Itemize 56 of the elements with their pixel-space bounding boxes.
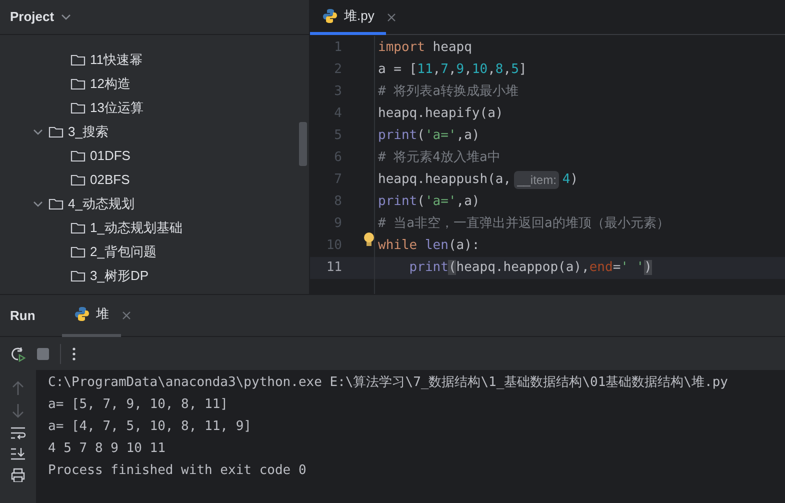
code-text: # 将元素4放入堆a中 — [378, 149, 500, 168]
folder-icon — [70, 52, 86, 68]
folder-label[interactable]: 2_背包问题 — [90, 242, 156, 262]
code-text: # 当a非空，一直弹出并返回a的堆顶（最小元素） — [378, 215, 670, 234]
code-text: heapq.heapify(a) — [378, 105, 504, 124]
code-text: print('a=',a) — [378, 127, 480, 146]
folder-icon — [70, 244, 86, 260]
folder-icon — [70, 220, 86, 236]
code-text: while len(a): — [378, 237, 480, 256]
console-line: a= [5, 7, 9, 10, 8, 11] — [48, 396, 230, 414]
folder-label[interactable]: 3_搜索 — [68, 122, 108, 142]
rerun-icon[interactable] — [10, 346, 26, 362]
lightbulb-icon[interactable] — [363, 232, 375, 247]
console-line: C:\ProgramData\anaconda3\python.exe E:\算法学习\7_数据结构\1_基础数据结构\01基础数据结构\堆.py — [48, 374, 728, 392]
folder-icon — [48, 124, 64, 140]
folder-icon — [48, 196, 64, 212]
folder-label[interactable]: 3_树形DP — [90, 266, 149, 286]
code-text: import heapq — [378, 39, 472, 58]
code-text: print('a=',a) — [378, 193, 480, 212]
soft-wrap-icon[interactable] — [10, 426, 26, 440]
folder-icon — [70, 76, 86, 92]
folder-label[interactable]: 01DFS — [90, 146, 130, 166]
folder-icon — [70, 100, 86, 116]
folder-label[interactable]: 13位运算 — [90, 98, 144, 118]
code-text: # 将列表a转换成最小堆 — [378, 83, 518, 102]
console-line: 4 5 7 8 9 10 11 — [48, 440, 166, 458]
scrollbar[interactable] — [299, 122, 307, 166]
close-icon[interactable] — [121, 310, 132, 321]
editor-tab[interactable]: 堆.py — [310, 0, 386, 34]
print-icon[interactable] — [10, 468, 26, 482]
folder-label[interactable]: 02BFS — [90, 170, 130, 190]
code-text: print(heapq.heappop(a),end=' ') — [408, 259, 652, 278]
folder-label[interactable]: 12构造 — [90, 74, 130, 94]
down-arrow-icon[interactable] — [11, 403, 25, 419]
python-icon — [322, 8, 338, 24]
folder-icon — [70, 148, 86, 164]
code-text: heapq.heappush(a, — [378, 171, 512, 190]
code-text: 4) — [562, 171, 578, 190]
parameter-hint: __item: — [514, 171, 560, 189]
folder-icon — [70, 172, 86, 188]
stop-icon[interactable] — [36, 346, 50, 360]
folder-label[interactable]: 1_动态规划基础 — [90, 218, 182, 238]
folder-icon — [70, 268, 86, 284]
folder-label[interactable]: 11快速幂 — [90, 50, 142, 70]
console-line: Process finished with exit code 0 — [48, 462, 308, 480]
python-icon — [74, 306, 90, 322]
console-line: a= [4, 7, 5, 10, 8, 11, 9] — [48, 418, 252, 436]
line-number: 11 — [325, 259, 342, 278]
panel-title: Project — [10, 8, 54, 26]
folder-label[interactable]: 4_动态规划 — [68, 194, 134, 214]
scroll-to-end-icon[interactable] — [10, 447, 26, 461]
code-text: a = [11,7,9,10,8,5] — [378, 61, 527, 80]
up-arrow-icon[interactable] — [11, 380, 25, 396]
panel-title: Run — [10, 306, 36, 325]
close-icon[interactable] — [386, 12, 398, 22]
more-icon[interactable] — [71, 346, 77, 362]
